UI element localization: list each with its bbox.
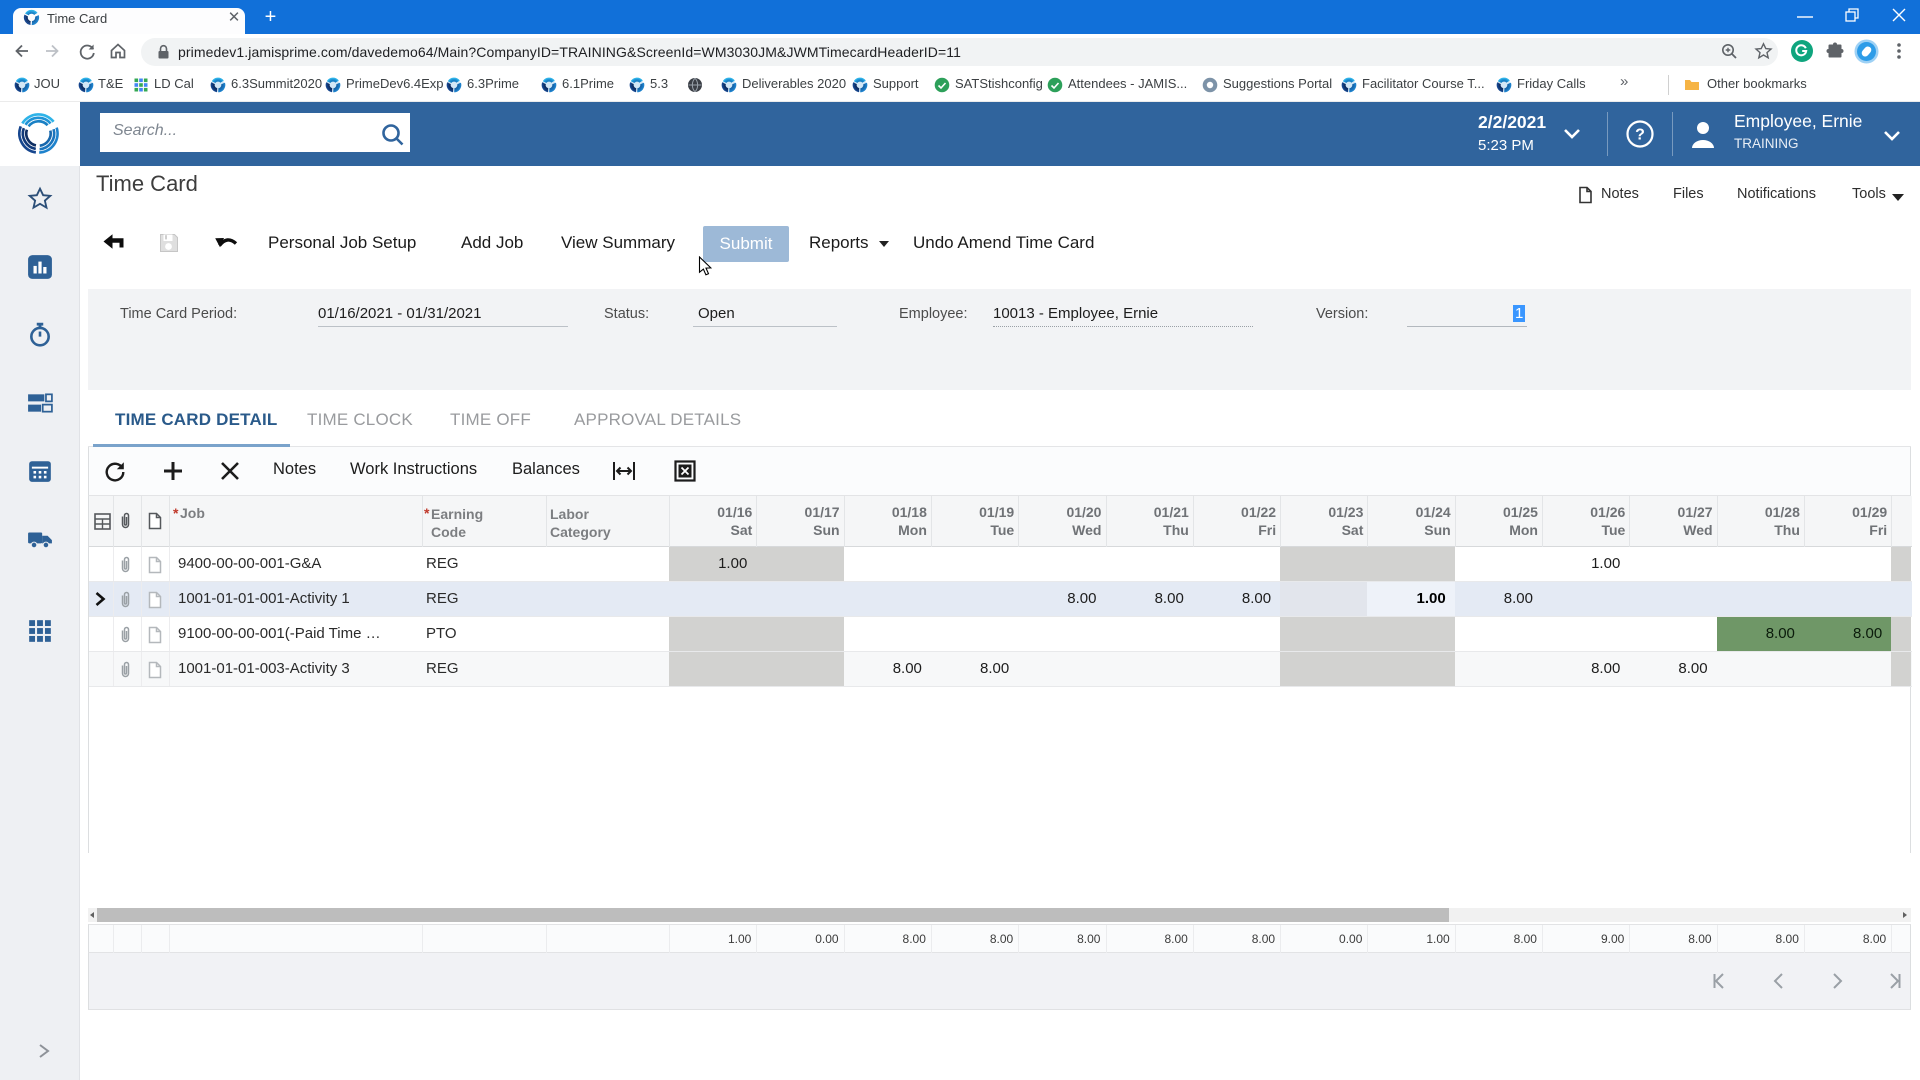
- svg-text:?: ?: [1635, 127, 1645, 144]
